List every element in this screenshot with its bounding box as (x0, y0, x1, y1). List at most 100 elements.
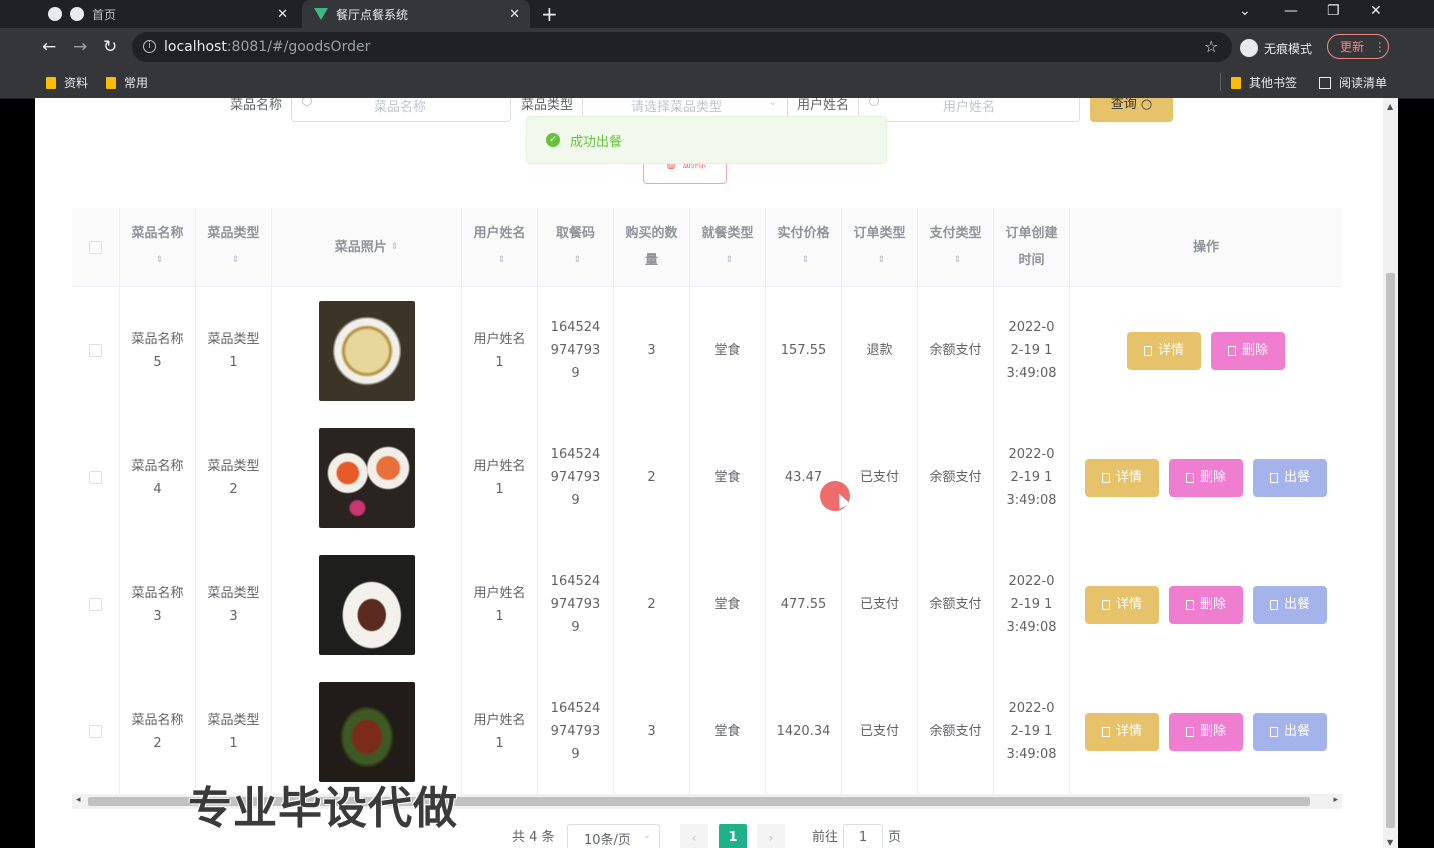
bookmark-star-icon[interactable]: ☆ (1204, 37, 1218, 56)
reading-list[interactable]: 阅读清单 (1319, 74, 1387, 91)
folder-icon (46, 76, 56, 89)
cell-actions: 详情 删除 出餐 (1070, 541, 1342, 668)
site-info-icon[interactable]: i (143, 40, 156, 53)
forward-icon[interactable]: → (73, 37, 87, 57)
success-toast: ✓ 成功出餐 (526, 116, 887, 164)
dish-photo-image[interactable] (318, 427, 415, 528)
page-content: 菜品名称 菜品名称 菜品类型 请选择菜品类型 ⌄ 用户姓名 用户姓名 查询 ○ … (35, 98, 1398, 848)
header-dish-name[interactable]: 菜品名称 ⇕ (120, 208, 196, 286)
dish-name-input[interactable]: 菜品名称 (291, 98, 511, 122)
trash-icon (1185, 472, 1194, 483)
dish-type-label: 菜品类型 (521, 98, 574, 113)
header-dish-photo[interactable]: 菜品照片 ⇕ (272, 208, 462, 286)
bookmark-folder[interactable]: 资料 (46, 74, 88, 91)
sort-icon: ⇕ (497, 255, 506, 265)
incognito-indicator[interactable]: 无痕模式 (1240, 39, 1312, 57)
scroll-right-icon[interactable]: ▸ (1333, 795, 1338, 805)
scroll-left-icon[interactable]: ◂ (76, 795, 81, 805)
tab-title: 餐厅点餐系统 (336, 7, 409, 22)
reload-icon[interactable]: ↻ (103, 37, 117, 57)
url-bar[interactable]: i localhost:8081/#/goodsOrder (132, 32, 1232, 62)
cell-dish-name: 菜品名称5 (120, 287, 196, 414)
serve-button[interactable]: 出餐 (1253, 712, 1327, 751)
next-page-button[interactable]: › (757, 824, 785, 848)
header-order-type[interactable]: 订单类型 ⇕ (842, 208, 918, 286)
watermark-text: 专业毕设代做 (188, 783, 458, 834)
header-dish-type[interactable]: 菜品类型 ⇕ (196, 208, 272, 286)
detail-button[interactable]: 详情 (1085, 712, 1159, 751)
back-icon[interactable]: ← (42, 37, 56, 57)
cell-order-type-text: 已支付 (859, 597, 899, 612)
sort-icon: ⇕ (953, 255, 962, 265)
header-paid-price[interactable]: 实付价格 ⇕ (766, 208, 842, 286)
serve-icon (1269, 472, 1278, 483)
bookmark-folder[interactable]: 常用 (106, 74, 148, 91)
dish-photo-image[interactable] (318, 300, 415, 401)
delete-button[interactable]: 删除 (1169, 712, 1243, 751)
close-window-icon[interactable]: ✕ (1370, 3, 1382, 19)
cell-dining-type-text: 堂食 (714, 724, 741, 739)
prev-page-button[interactable]: ‹ (680, 824, 708, 848)
serve-button[interactable]: 出餐 (1253, 458, 1327, 497)
new-tab-icon[interactable]: + (541, 2, 558, 26)
cell-pickup-code-text: 1645249747939 (550, 574, 601, 635)
query-button[interactable]: 查询 ○ (1090, 98, 1173, 122)
minimize-icon[interactable]: — (1284, 3, 1298, 19)
check-circle-icon: ✓ (546, 133, 560, 147)
goto-page-input[interactable]: 1 (843, 824, 883, 848)
cell-order-type: 已支付 (842, 541, 918, 668)
dish-photo-image[interactable] (318, 681, 415, 782)
tab-home[interactable]: 首页 ✕ (40, 0, 298, 28)
current-page[interactable]: 1 (719, 824, 747, 848)
delete-button[interactable]: 删除 (1169, 458, 1243, 497)
cell-payment-type: 余额支付 (918, 414, 994, 541)
cell-dish-type: 菜品类型1 (196, 287, 272, 414)
tab-restaurant[interactable]: 餐厅点餐系统 ✕ (302, 0, 530, 28)
cell-pickup-code: 1645249747939 (538, 414, 614, 541)
row-checkbox[interactable] (89, 344, 102, 357)
select-all-checkbox[interactable] (89, 240, 102, 254)
header-quantity[interactable]: 购买的数量 (614, 208, 690, 286)
close-tab-icon[interactable]: ✕ (509, 7, 520, 22)
serve-button[interactable]: 出餐 (1253, 585, 1327, 624)
header-created-time[interactable]: 订单创建时间 (994, 208, 1070, 286)
delete-button[interactable]: 删除 (1169, 585, 1243, 624)
search-icon (302, 98, 312, 106)
header-user-name[interactable]: 用户姓名 ⇕ (462, 208, 538, 286)
scroll-up-icon[interactable]: ▲ (1387, 102, 1393, 111)
row-checkbox[interactable] (89, 725, 102, 738)
url-text[interactable]: localhost:8081/#/goodsOrder (164, 39, 370, 55)
cell-dining-type-text: 堂食 (714, 343, 741, 358)
cell-user-name-text: 用户姓名1 (473, 458, 526, 497)
cell-created-time-text: 2022-02-19 13:49:08 (1006, 447, 1057, 508)
header-dining-type[interactable]: 就餐类型 ⇕ (690, 208, 766, 286)
delete-button[interactable]: 删除 (1211, 331, 1285, 370)
scroll-down-icon[interactable]: ▼ (1387, 838, 1393, 847)
close-tab-icon[interactable]: ✕ (277, 7, 288, 22)
detail-button[interactable]: 详情 (1085, 585, 1159, 624)
dish-photo-image[interactable] (318, 554, 415, 655)
bookmarks-bar: 资料 常用 其他书签 阅读清单 (0, 66, 1434, 99)
cell-dish-name: 菜品名称2 (120, 668, 196, 795)
scroll-thumb[interactable] (1386, 273, 1395, 828)
detail-button[interactable]: 详情 (1127, 331, 1201, 370)
header-pickup-code[interactable]: 取餐码 ⇕ (538, 208, 614, 286)
user-name-input[interactable]: 用户姓名 (858, 98, 1080, 122)
update-button[interactable]: 更新 ⋮ (1327, 34, 1389, 59)
reading-list-icon (1319, 76, 1331, 89)
detail-button[interactable]: 详情 (1085, 458, 1159, 497)
page-size-select[interactable]: 10条/页 ⌄ (567, 824, 660, 848)
other-bookmarks[interactable]: 其他书签 (1231, 74, 1297, 91)
tab-search-icon[interactable]: ⌄ (1239, 3, 1251, 19)
document-icon (1143, 345, 1152, 356)
table-row: 菜品名称5 菜品类型1 用户姓名1 1645249747939 3 堂食 157.55 退款 余… (72, 287, 1342, 415)
cell-payment-type-text: 余额支付 (929, 343, 982, 358)
restore-icon[interactable]: ❐ (1327, 3, 1340, 19)
page-vertical-scrollbar[interactable]: ▲ ▼ (1383, 98, 1398, 848)
cell-quantity: 3 (614, 668, 690, 795)
row-checkbox[interactable] (89, 598, 102, 611)
row-checkbox[interactable] (89, 471, 102, 484)
cell-created-time: 2022-02-19 13:49:08 (994, 414, 1070, 541)
header-payment-type[interactable]: 支付类型 ⇕ (918, 208, 994, 286)
cell-quantity-text: 2 (647, 470, 656, 485)
